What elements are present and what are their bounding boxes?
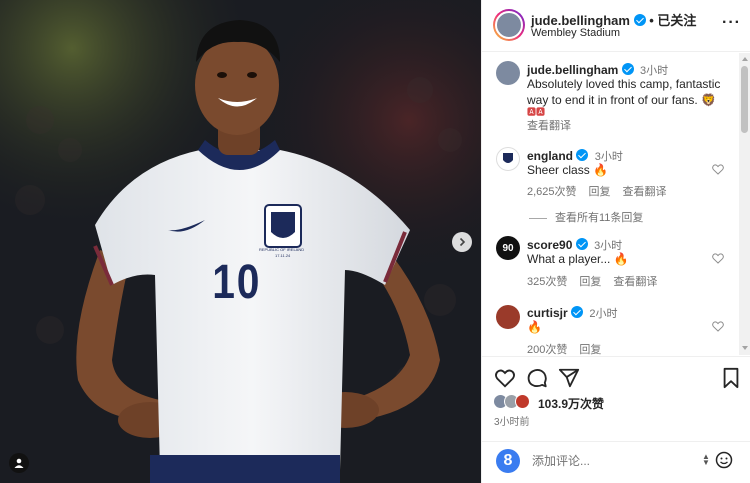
app-logo-icon: 8 [496, 449, 520, 473]
emoji-smiley-icon[interactable] [715, 451, 733, 469]
comment-username[interactable]: curtisjr [527, 306, 568, 320]
like-count[interactable]: 325次赞 [527, 276, 567, 288]
like-heart-icon[interactable] [712, 321, 724, 332]
like-count[interactable]: 2,625次赞 [527, 186, 577, 198]
avatar[interactable] [496, 305, 520, 329]
verified-badge-icon [633, 14, 646, 26]
verified-badge-icon [571, 306, 584, 318]
like-heart-icon[interactable] [712, 164, 724, 175]
post-location[interactable]: Wembley Stadium [531, 27, 620, 39]
save-bookmark-icon[interactable] [720, 367, 742, 389]
comment-username[interactable]: score90 [527, 238, 572, 252]
comments-scrollbar[interactable] [739, 53, 750, 355]
post-details-panel: jude.bellingham • 已关注 Wembley Stadium ··… [481, 0, 750, 483]
verified-badge-icon [621, 63, 634, 75]
comment-meta: 200次赞 回复 [527, 341, 613, 355]
chevron-right-icon [459, 237, 466, 247]
stepper-arrows-icon[interactable]: ▲ ▼ [702, 453, 710, 467]
verified-badge-icon [576, 149, 589, 161]
avatar[interactable] [496, 147, 520, 171]
reply-link[interactable]: 回复 [589, 186, 611, 198]
user-icon [14, 458, 24, 468]
england-crest-icon [503, 153, 513, 163]
see-translation-link[interactable]: 查看翻译 [527, 120, 571, 132]
add-comment-bar: 8 ▲▼ [482, 441, 750, 483]
post-header: jude.bellingham • 已关注 Wembley Stadium ··… [482, 0, 750, 52]
comment-username[interactable]: england [527, 149, 573, 163]
comment-text: 🔥 [527, 320, 542, 334]
see-translation-link[interactable]: 查看翻译 [613, 276, 657, 288]
scrollbar-thumb[interactable] [741, 66, 748, 133]
view-replies-link[interactable]: 查看所有11条回复 [555, 209, 643, 225]
comment-username[interactable]: jude.bellingham [527, 63, 618, 77]
comments-list[interactable]: jude.bellingham 3小时 Absolutely loved thi… [482, 53, 750, 355]
comment-meta: 2,625次赞 回复 查看翻译 [527, 183, 679, 199]
author-username[interactable]: jude.bellingham [531, 13, 630, 28]
instagram-post-window: 10 REPUBLIC OF IRELAND 17.11.24 jude.bel… [0, 0, 750, 483]
like-count[interactable]: 103.9万次赞 [538, 395, 604, 412]
comment-bubble-icon[interactable] [526, 367, 548, 389]
player-photo [0, 0, 481, 483]
comment-meta: 325次赞 回复 查看翻译 [527, 273, 669, 289]
comment-input[interactable] [532, 452, 692, 470]
author-avatar[interactable] [493, 9, 525, 41]
crest-date: 17.11.24 [275, 253, 291, 258]
comment-text: What a player... 🔥 [527, 252, 629, 266]
verified-badge-icon [575, 238, 588, 250]
follow-status-button[interactable]: 已关注 [657, 13, 696, 28]
jersey-number: 10 [212, 256, 262, 309]
like-heart-icon[interactable] [712, 253, 724, 264]
crest-caption: REPUBLIC OF IRELAND [259, 247, 305, 252]
reply-link[interactable]: 回复 [579, 344, 601, 355]
reply-link[interactable]: 回复 [579, 276, 601, 288]
comment-text: Absolutely loved this camp, fantastic wa… [527, 77, 721, 107]
avatar[interactable] [496, 61, 520, 85]
post-photo[interactable]: 10 REPUBLIC OF IRELAND 17.11.24 [0, 0, 481, 483]
comment-text: Sheer class 🔥 [527, 163, 608, 177]
post-time-ago[interactable]: 3小时前 [494, 413, 530, 428]
post-actions: 103.9万次赞 3小时前 [482, 356, 750, 441]
more-options-icon[interactable]: ··· [722, 14, 741, 32]
avatar [515, 394, 530, 409]
next-image-button[interactable] [452, 232, 472, 252]
tagged-users-button[interactable] [9, 453, 29, 473]
like-count[interactable]: 200次赞 [527, 344, 567, 355]
like-heart-icon[interactable] [494, 367, 516, 389]
scroll-down-arrow-icon[interactable] [742, 346, 748, 350]
see-translation-link[interactable]: 查看翻译 [623, 186, 667, 198]
scroll-up-arrow-icon[interactable] [742, 57, 748, 61]
comment-meta: 查看翻译 [527, 117, 583, 133]
avatar[interactable]: 90 [496, 236, 520, 260]
share-paper-plane-icon[interactable] [558, 367, 580, 389]
